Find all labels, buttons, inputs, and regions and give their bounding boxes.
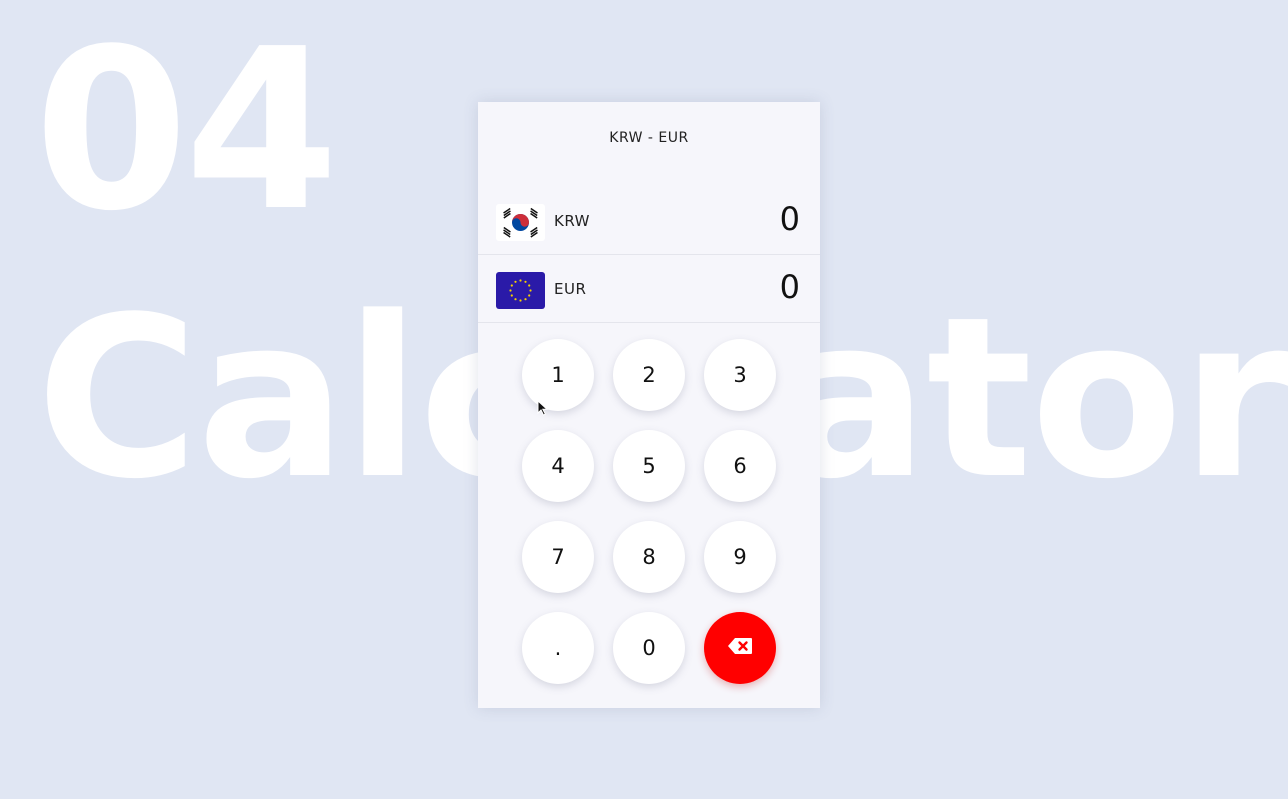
key-7[interactable]: 7: [522, 521, 594, 593]
currency-code-krw: KRW: [554, 212, 590, 230]
currency-row-eur[interactable]: EUR 0: [478, 254, 820, 323]
delete-button[interactable]: [704, 612, 776, 684]
key-0[interactable]: 0: [613, 612, 685, 684]
key-5[interactable]: 5: [613, 430, 685, 502]
background-number: 04: [34, 2, 339, 260]
key-3[interactable]: 3: [704, 339, 776, 411]
mouse-cursor-icon: [537, 399, 549, 416]
key-9[interactable]: 9: [704, 521, 776, 593]
key-8[interactable]: 8: [613, 521, 685, 593]
calculator-panel: KRW - EUR KRW 0 EUR 0 1 2 3 4 5 6 7 8 9 …: [478, 102, 820, 708]
currency-pair-title: KRW - EUR: [609, 130, 689, 146]
currency-code-eur: EUR: [554, 280, 587, 298]
eu-flag-icon: [496, 272, 545, 309]
currency-row-krw[interactable]: KRW 0: [478, 186, 820, 255]
amount-krw: 0: [779, 200, 800, 238]
backspace-icon: [727, 636, 753, 660]
key-4[interactable]: 4: [522, 430, 594, 502]
key-6[interactable]: 6: [704, 430, 776, 502]
key-1[interactable]: 1: [522, 339, 594, 411]
amount-eur: 0: [779, 268, 800, 306]
key-2[interactable]: 2: [613, 339, 685, 411]
south-korea-flag-icon: [496, 204, 545, 241]
key-decimal[interactable]: .: [522, 612, 594, 684]
